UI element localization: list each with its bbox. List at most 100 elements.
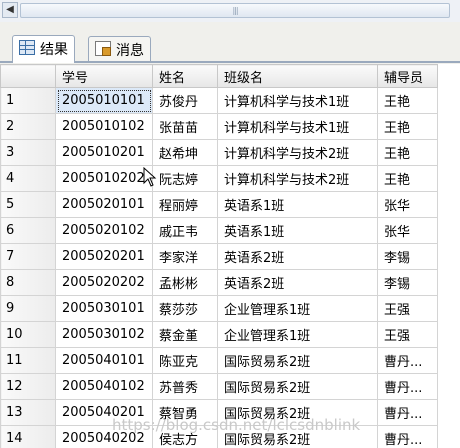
cell-student-id[interactable]: 2005020202 (55, 269, 153, 296)
row-number[interactable]: 11 (0, 347, 56, 374)
row-number[interactable]: 1 (0, 87, 56, 114)
cell-class[interactable]: 英语系2班 (217, 243, 378, 270)
results-grid[interactable]: 学号 姓名 班级名 辅导员 1 2005010101 苏俊丹 计算机科学与技术1班 王艳… (0, 64, 460, 448)
table-row[interactable]: 14 2005040202 侯志方 国际贸易系2班 曹丹... (0, 425, 438, 448)
row-number[interactable]: 6 (0, 217, 56, 244)
cell-name[interactable]: 程丽婷 (152, 191, 218, 218)
cell-name[interactable]: 戚正韦 (152, 217, 218, 244)
row-number[interactable]: 8 (0, 269, 56, 296)
table-row[interactable]: 13 2005040201 蔡智勇 国际贸易系2班 曹丹... (0, 399, 438, 426)
row-number[interactable]: 3 (0, 139, 56, 166)
row-number[interactable]: 5 (0, 191, 56, 218)
column-header-name[interactable]: 姓名 (152, 64, 218, 88)
cell-student-id[interactable]: 2005010101 (55, 87, 153, 114)
cell-class[interactable]: 企业管理系1班 (217, 321, 378, 348)
row-number-header[interactable] (0, 64, 56, 88)
cell-advisor[interactable]: 曹丹... (377, 373, 438, 400)
table-row[interactable]: 11 2005040101 陈亚克 国际贸易系2班 曹丹... (0, 347, 438, 374)
cell-class[interactable]: 计算机科学与技术1班 (217, 87, 378, 114)
cell-class[interactable]: 计算机科学与技术2班 (217, 139, 378, 166)
cell-name[interactable]: 赵希坤 (152, 139, 218, 166)
cell-class[interactable]: 英语系1班 (217, 217, 378, 244)
cell-name[interactable]: 孟彬彬 (152, 269, 218, 296)
cell-name[interactable]: 陈亚克 (152, 347, 218, 374)
table-row[interactable]: 6 2005020102 戚正韦 英语系1班 张华 (0, 217, 438, 244)
cell-class[interactable]: 国际贸易系2班 (217, 373, 378, 400)
column-header-student-id[interactable]: 学号 (55, 64, 153, 88)
table-row[interactable]: 9 2005030101 蔡莎莎 企业管理系1班 王强 (0, 295, 438, 322)
cell-class[interactable]: 国际贸易系2班 (217, 347, 378, 374)
cell-student-id[interactable]: 2005020102 (55, 217, 153, 244)
cell-name[interactable]: 李家洋 (152, 243, 218, 270)
cell-student-id[interactable]: 2005010102 (55, 113, 153, 140)
cell-name[interactable]: 苏俊丹 (152, 87, 218, 114)
cell-student-id[interactable]: 2005010202 (55, 165, 153, 192)
cell-class[interactable]: 计算机科学与技术1班 (217, 113, 378, 140)
cell-advisor[interactable]: 张华 (377, 191, 438, 218)
cell-advisor[interactable]: 李锡 (377, 243, 438, 270)
cell-student-id[interactable]: 2005010201 (55, 139, 153, 166)
table-row[interactable]: 7 2005020201 李家洋 英语系2班 李锡 (0, 243, 438, 270)
cell-name[interactable]: 蔡金堇 (152, 321, 218, 348)
cell-advisor[interactable]: 王强 (377, 321, 438, 348)
cell-student-id[interactable]: 2005020201 (55, 243, 153, 270)
cell-student-id[interactable]: 2005040102 (55, 373, 153, 400)
cell-advisor[interactable]: 曹丹... (377, 425, 438, 448)
cell-class[interactable]: 英语系2班 (217, 269, 378, 296)
scroll-left-arrow-icon[interactable]: ◀ (2, 2, 18, 18)
cell-student-id[interactable]: 2005030102 (55, 321, 153, 348)
results-table: 学号 姓名 班级名 辅导员 1 2005010101 苏俊丹 计算机科学与技术1班 王艳… (0, 64, 438, 448)
cell-class[interactable]: 企业管理系1班 (217, 295, 378, 322)
cell-advisor[interactable]: 王艳 (377, 113, 438, 140)
table-row[interactable]: 3 2005010201 赵希坤 计算机科学与技术2班 王艳 (0, 139, 438, 166)
cell-advisor[interactable]: 王艳 (377, 87, 438, 114)
cell-name[interactable]: 蔡莎莎 (152, 295, 218, 322)
cell-advisor[interactable]: 李锡 (377, 269, 438, 296)
table-row[interactable]: 4 2005010202 阮志婷 计算机科学与技术2班 王艳 (0, 165, 438, 192)
column-header-advisor[interactable]: 辅导员 (377, 64, 438, 88)
cell-name[interactable]: 张苗苗 (152, 113, 218, 140)
row-number[interactable]: 13 (0, 399, 56, 426)
row-number[interactable]: 9 (0, 295, 56, 322)
cell-name[interactable]: 蔡智勇 (152, 399, 218, 426)
table-row[interactable]: 2 2005010102 张苗苗 计算机科学与技术1班 王艳 (0, 113, 438, 140)
cell-advisor[interactable]: 曹丹... (377, 347, 438, 374)
row-number[interactable]: 2 (0, 113, 56, 140)
cell-advisor[interactable]: 王艳 (377, 139, 438, 166)
table-row[interactable]: 8 2005020202 孟彬彬 英语系2班 李锡 (0, 269, 438, 296)
row-number[interactable]: 10 (0, 321, 56, 348)
message-icon (95, 41, 111, 56)
cell-advisor[interactable]: 曹丹... (377, 399, 438, 426)
tab-messages[interactable]: 消息 (88, 36, 151, 62)
result-tab-strip: 结果 消息 (0, 22, 460, 64)
cell-student-id[interactable]: 2005040101 (55, 347, 153, 374)
table-row[interactable]: 5 2005020101 程丽婷 英语系1班 张华 (0, 191, 438, 218)
row-number[interactable]: 4 (0, 165, 56, 192)
cell-class[interactable]: 英语系1班 (217, 191, 378, 218)
cell-student-id[interactable]: 2005030101 (55, 295, 153, 322)
cell-student-id[interactable]: 2005020101 (55, 191, 153, 218)
table-row[interactable]: 12 2005040102 苏普秀 国际贸易系2班 曹丹... (0, 373, 438, 400)
row-number[interactable]: 14 (0, 425, 56, 448)
column-header-class[interactable]: 班级名 (217, 64, 378, 88)
tab-results[interactable]: 结果 (12, 35, 75, 63)
table-row[interactable]: 1 2005010101 苏俊丹 计算机科学与技术1班 王艳 (0, 87, 438, 114)
cell-advisor[interactable]: 王强 (377, 295, 438, 322)
table-row[interactable]: 10 2005030102 蔡金堇 企业管理系1班 王强 (0, 321, 438, 348)
cell-student-id[interactable]: 2005040202 (55, 425, 153, 448)
cell-class[interactable]: 国际贸易系2班 (217, 425, 378, 448)
horizontal-scrollbar[interactable]: ◀ ||| (0, 0, 460, 23)
row-number[interactable]: 12 (0, 373, 56, 400)
row-number[interactable]: 7 (0, 243, 56, 270)
cell-advisor[interactable]: 张华 (377, 217, 438, 244)
cell-class[interactable]: 计算机科学与技术2班 (217, 165, 378, 192)
cell-advisor[interactable]: 王艳 (377, 165, 438, 192)
mouse-cursor-icon (143, 167, 157, 187)
cell-name[interactable]: 阮志婷 (152, 165, 218, 192)
scrollbar-thumb[interactable]: ||| (20, 3, 450, 18)
tab-messages-label: 消息 (116, 43, 144, 59)
cell-class[interactable]: 国际贸易系2班 (217, 399, 378, 426)
cell-student-id[interactable]: 2005040201 (55, 399, 153, 426)
cell-name[interactable]: 苏普秀 (152, 373, 218, 400)
cell-name[interactable]: 侯志方 (152, 425, 218, 448)
